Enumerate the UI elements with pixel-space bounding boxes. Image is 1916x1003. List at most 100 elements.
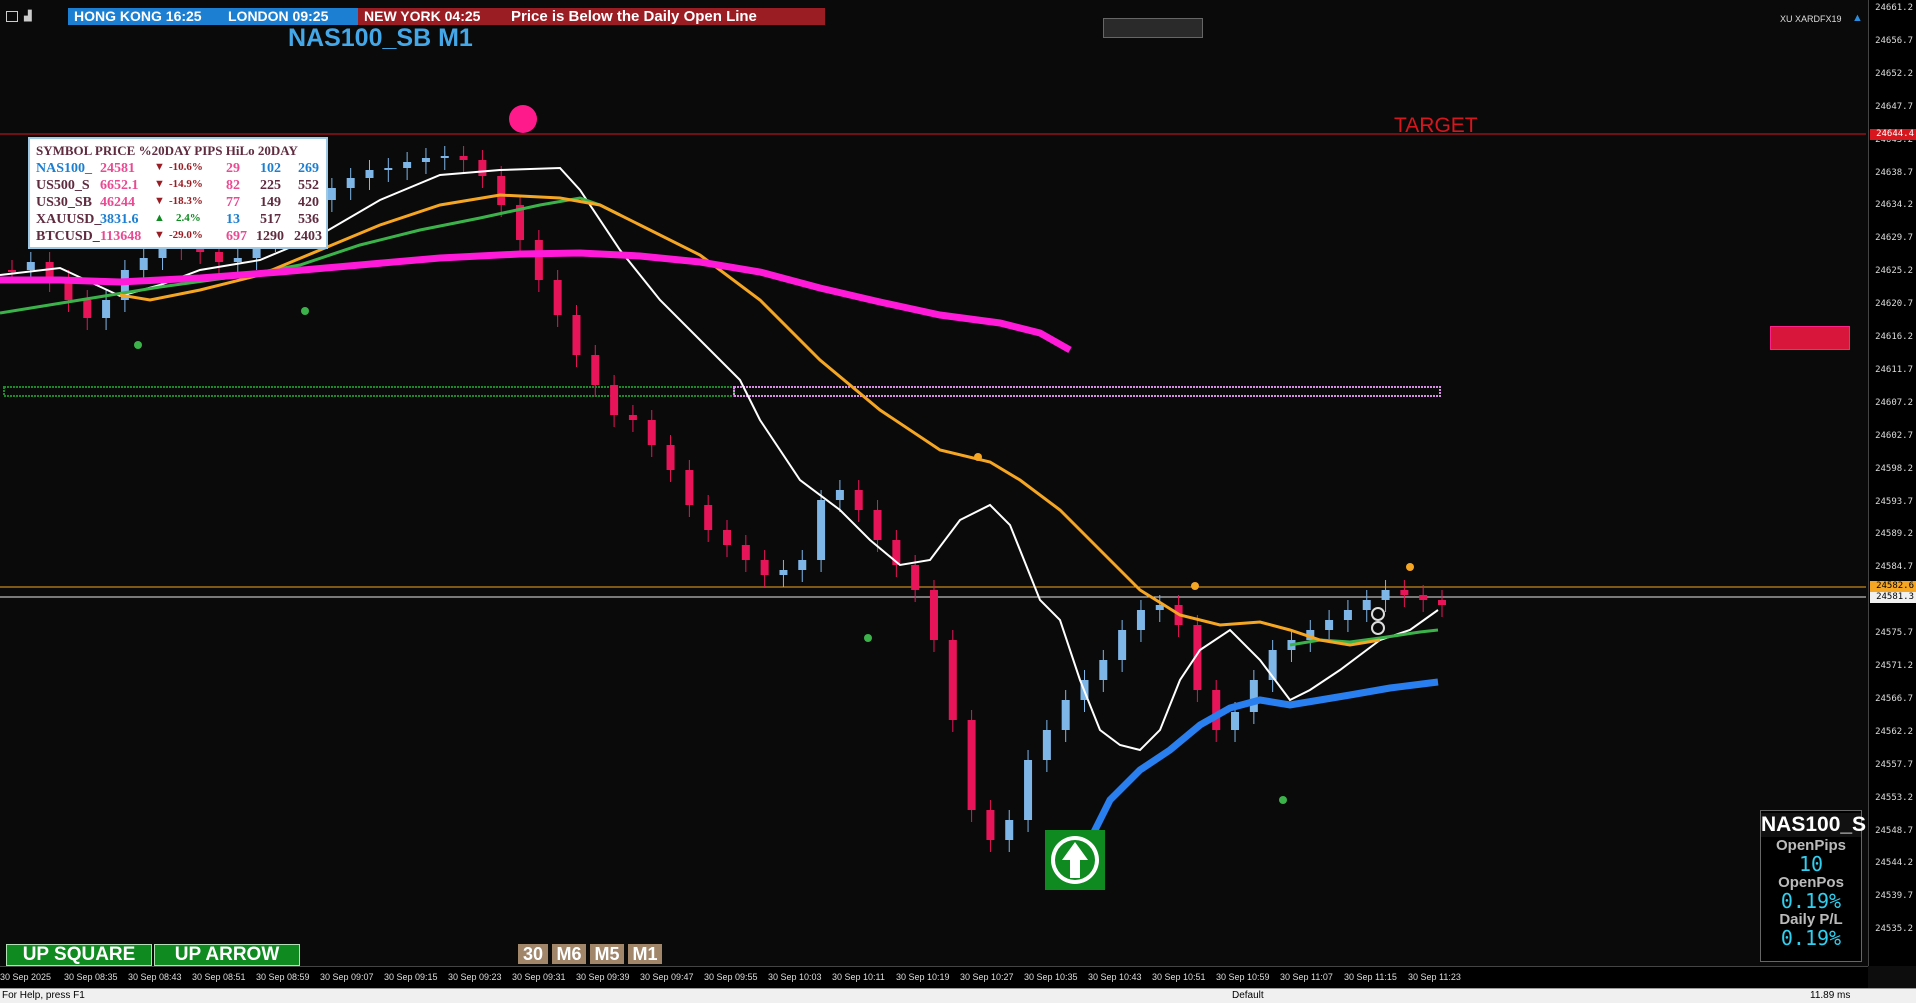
candle-body	[929, 590, 938, 640]
price-label: 24602.7	[1875, 430, 1913, 441]
candle-body	[1118, 630, 1127, 660]
candle-body	[798, 560, 807, 570]
time-label: 30 Sep 09:15	[384, 972, 438, 982]
price-label: 24661.2	[1875, 3, 1913, 13]
timeframe-m5-button[interactable]: M5	[590, 944, 624, 964]
time-label: 30 Sep 10:43	[1088, 972, 1142, 982]
candle-body	[1343, 610, 1352, 620]
orange-line-price-tag: 24582.6	[1870, 581, 1916, 592]
time-label: 30 Sep 09:47	[640, 972, 694, 982]
candle-body	[1024, 760, 1033, 820]
panel-symbol: NAS100_S	[1761, 813, 1867, 837]
time-label: 30 Sep 08:59	[256, 972, 310, 982]
time-label: 30 Sep 09:39	[576, 972, 630, 982]
candle-body	[1325, 620, 1334, 630]
order-marker	[1371, 607, 1385, 621]
candle-body	[553, 280, 562, 315]
candle-body	[534, 240, 543, 280]
candle-body	[741, 545, 750, 560]
price-label: 24566.7	[1875, 693, 1913, 704]
time-label: 30 Sep 08:51	[192, 972, 246, 982]
price-label: 24584.7	[1875, 562, 1913, 573]
price-label: 24557.7	[1875, 759, 1913, 770]
clock-hong-kong: HONG KONG 16:25	[68, 8, 230, 25]
price-label: 24593.7	[1875, 496, 1913, 507]
candle-body	[83, 300, 92, 318]
price-label: 24629.7	[1875, 233, 1913, 244]
market-watch-table: SYMBOL PRICE %20DAY PIPS HiLo 20DAY NAS1…	[28, 137, 328, 249]
candle-body	[1042, 730, 1051, 760]
sell-signal-dot	[974, 453, 982, 461]
table-header: SYMBOL PRICE %20DAY PIPS HiLo 20DAY	[36, 143, 298, 158]
candle-body	[214, 252, 223, 262]
price-label: 24575.7	[1875, 628, 1913, 639]
green-zone-band	[3, 386, 735, 397]
price-label: 24625.2	[1875, 266, 1913, 277]
price-label: 24611.7	[1875, 364, 1913, 375]
time-label: 30 Sep 10:03	[768, 972, 822, 982]
price-label: 24652.2	[1875, 68, 1913, 79]
candle-body	[1136, 610, 1145, 630]
candle-body	[1005, 820, 1014, 840]
candle-body	[666, 445, 675, 470]
time-label: 30 Sep 10:51	[1152, 972, 1206, 982]
signal-icon[interactable]: ▟	[24, 11, 36, 22]
candle-body	[572, 315, 581, 355]
price-label: 24598.2	[1875, 463, 1913, 474]
candle-body	[497, 176, 506, 205]
order-marker	[1371, 621, 1385, 635]
candle-body	[628, 415, 637, 420]
broker-cap-icon: ▲	[1852, 12, 1863, 24]
candle-body	[233, 258, 242, 262]
candle-body	[26, 262, 35, 270]
sell-signal-dot	[1406, 563, 1414, 571]
price-label: 24548.7	[1875, 825, 1913, 836]
candle-body	[967, 720, 976, 810]
price-label: 24544.2	[1875, 858, 1913, 869]
candle-body	[1400, 590, 1409, 595]
candle-body	[1438, 600, 1446, 605]
candle-body	[1231, 712, 1240, 730]
candle-body	[817, 500, 826, 560]
up-square-button[interactable]: UP SQUARE	[6, 944, 152, 966]
up-arrow-button[interactable]: UP ARROW	[154, 944, 300, 966]
price-label: 24656.7	[1875, 35, 1913, 46]
price-label: 24620.7	[1875, 299, 1913, 310]
candle-body	[911, 565, 920, 590]
timeframe-m6-button[interactable]: M6	[552, 944, 586, 964]
candle-body	[346, 178, 355, 188]
chart-marker-box	[1103, 18, 1203, 38]
candle-body	[327, 188, 336, 200]
candle-body	[591, 355, 600, 385]
timeframe-m1-button[interactable]: M1	[628, 944, 662, 964]
target-label: TARGET	[1394, 114, 1478, 137]
red-marker-box	[1770, 326, 1850, 350]
candle-body	[478, 160, 487, 176]
sell-signal-dot	[1191, 582, 1199, 590]
candle-body	[835, 490, 844, 500]
candle-body	[1362, 600, 1371, 610]
candle-body	[986, 810, 995, 840]
pivot-marker	[509, 105, 537, 133]
candle-body	[1419, 595, 1428, 600]
candle-body	[102, 300, 111, 318]
time-label: 30 Sep 10:11	[832, 972, 885, 982]
price-label: 24571.2	[1875, 661, 1913, 671]
time-label: 30 Sep 10:19	[896, 972, 950, 982]
time-label: 30 Sep 10:35	[1024, 972, 1078, 982]
candle-body	[459, 156, 468, 160]
timeframe-30-button[interactable]: 30	[518, 944, 548, 964]
clock-london: LONDON 09:25	[222, 8, 366, 25]
open-pips-value: 10	[1798, 852, 1824, 876]
menu-icon[interactable]	[6, 11, 18, 22]
price-label: 24539.7	[1875, 891, 1913, 902]
open-position-panel: NAS100_S OpenPips 10 OpenPos 0.19% Daily…	[1760, 810, 1867, 962]
candle-body	[421, 158, 430, 162]
daily-pl-value: 0.19%	[1780, 926, 1842, 950]
price-label: 24553.2	[1875, 792, 1913, 803]
time-label: 30 Sep 11:07	[1280, 972, 1333, 982]
broker-label: XU XARDFX19	[1780, 14, 1842, 24]
buy-signal-dot	[301, 307, 309, 315]
price-axis[interactable]: 24661.224656.724652.224647.724643.224638…	[1868, 0, 1916, 966]
candle-body	[403, 162, 412, 168]
